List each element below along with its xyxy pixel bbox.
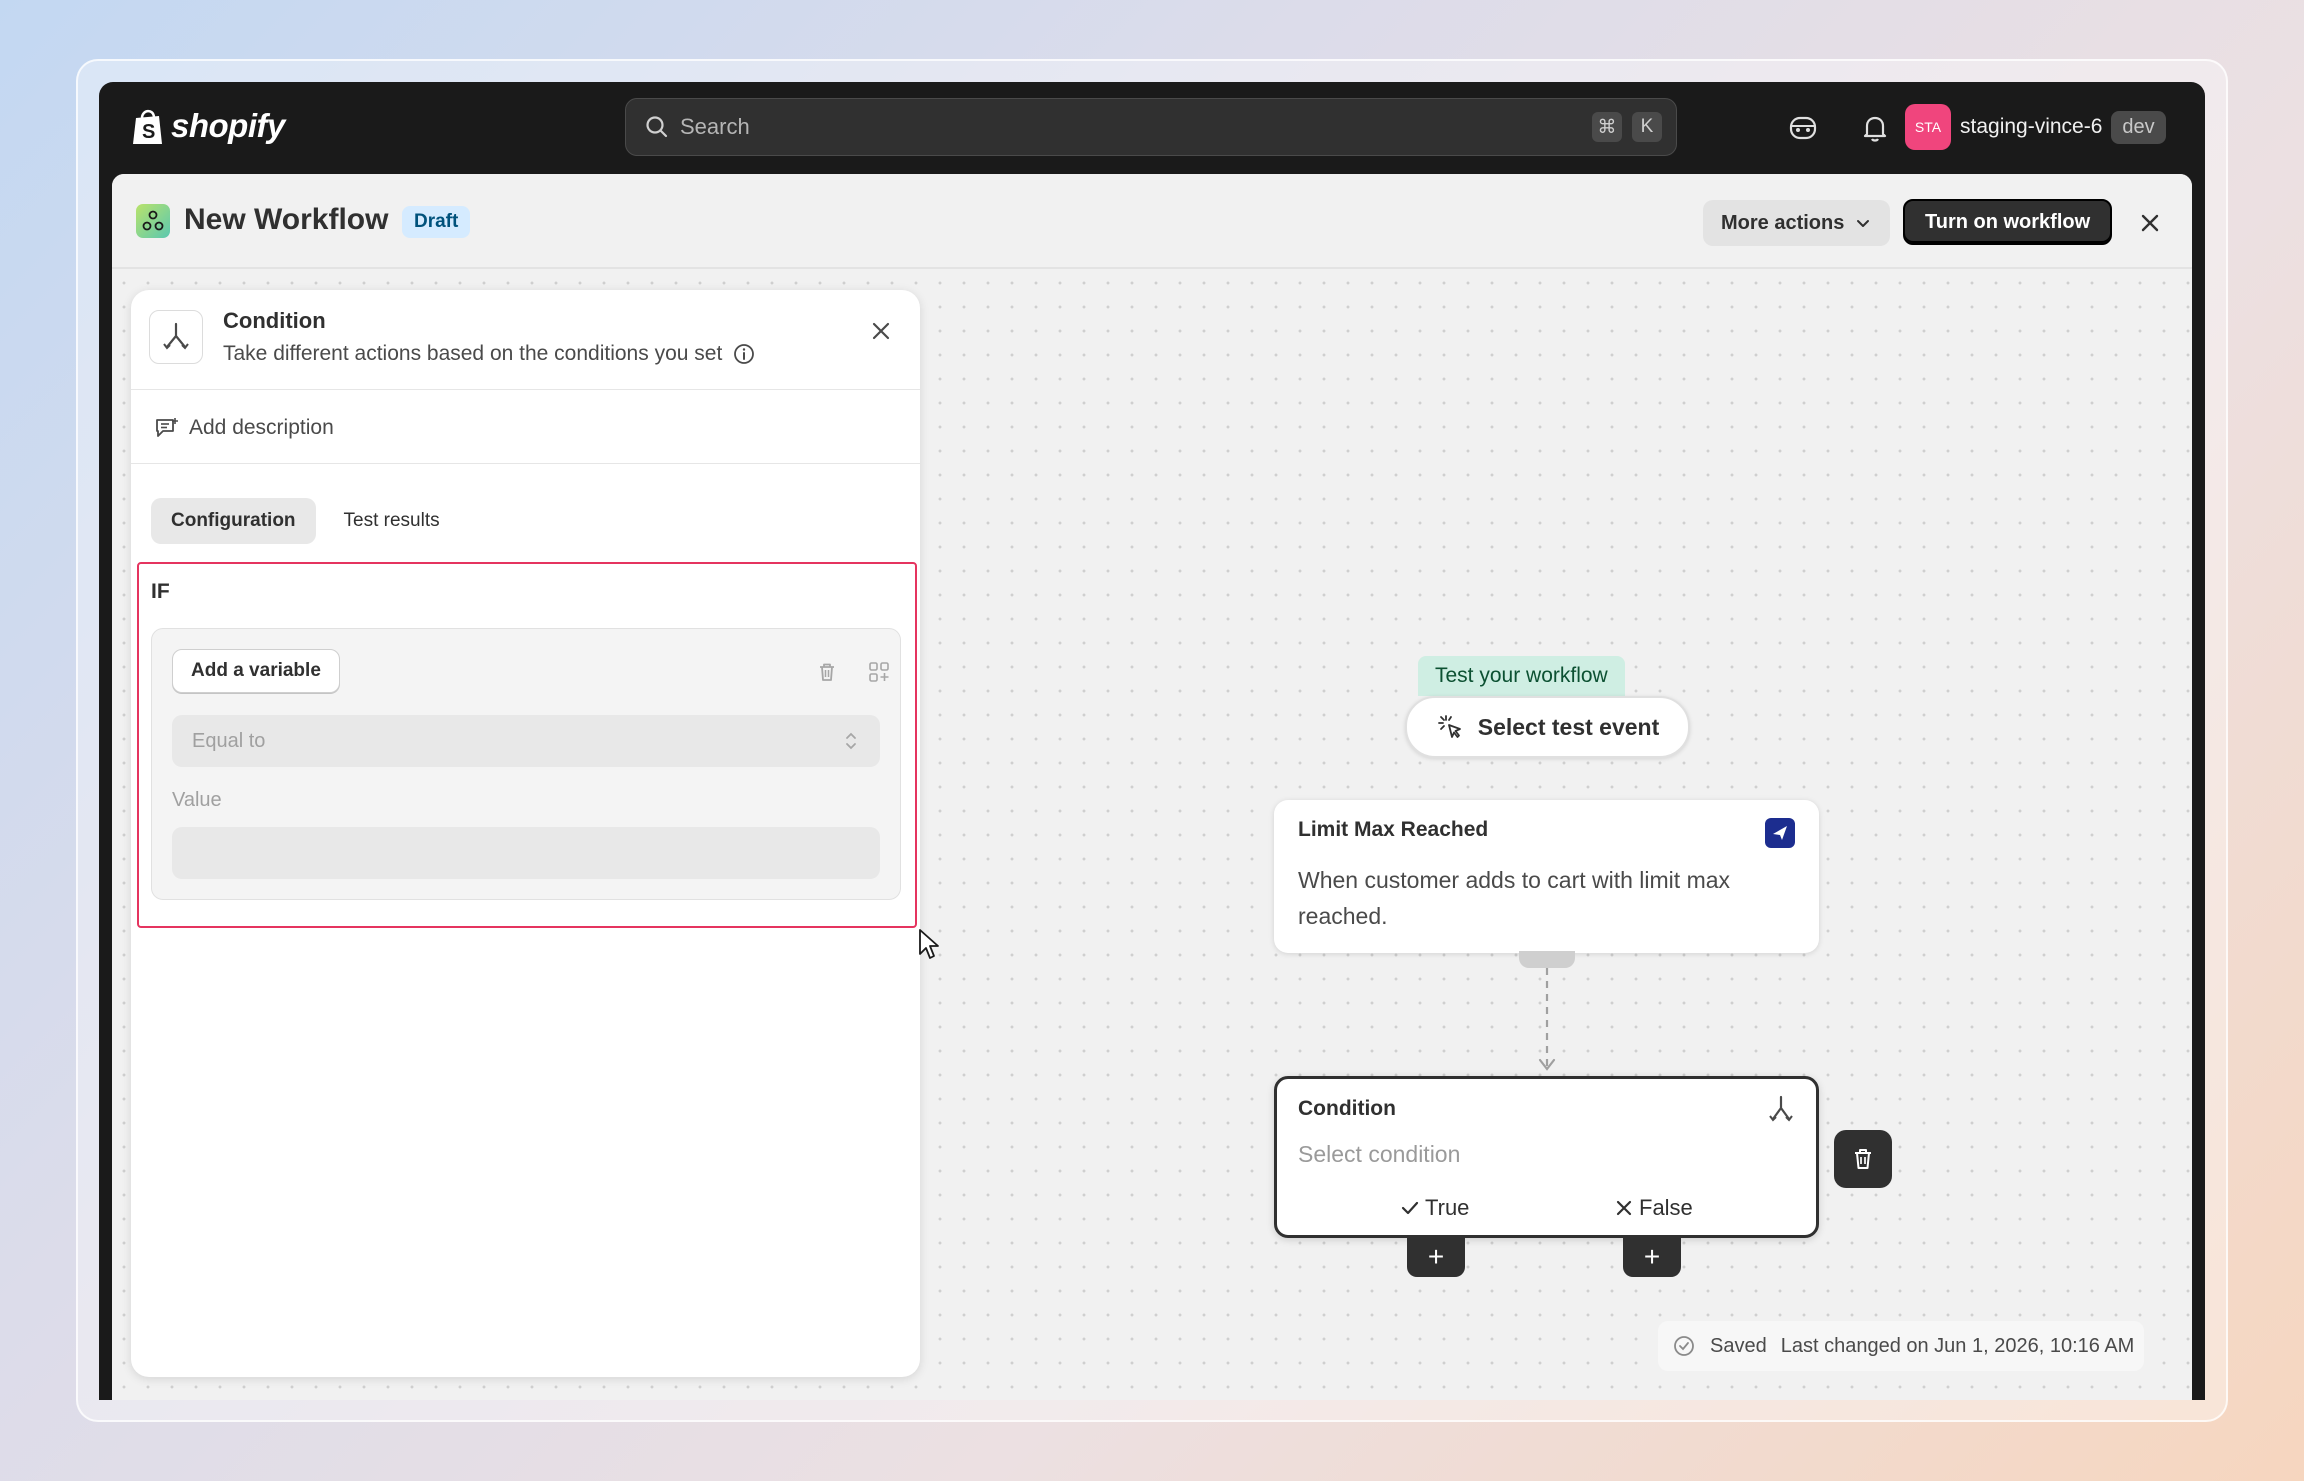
select-test-event-button[interactable]: Select test event xyxy=(1405,696,1690,758)
shopify-bag-icon: S xyxy=(133,109,162,144)
avatar: STA xyxy=(1905,104,1951,150)
add-variable-button[interactable]: Add a variable xyxy=(172,649,340,693)
if-label: IF xyxy=(151,580,170,603)
x-icon xyxy=(1616,1200,1632,1216)
test-workflow-tag: Test your workflow xyxy=(1418,656,1625,696)
close-icon[interactable] xyxy=(2135,208,2165,238)
panel-header: Condition Take different actions based o… xyxy=(131,290,920,390)
add-false-step-button[interactable]: + xyxy=(1623,1237,1681,1277)
more-actions-button[interactable]: More actions xyxy=(1703,200,1891,246)
condition-config-panel: Condition Take different actions based o… xyxy=(131,290,920,1377)
flow-app-icon xyxy=(136,204,170,238)
search-bar[interactable]: Search ⌘ K xyxy=(625,98,1677,156)
notification-bell-icon[interactable] xyxy=(1857,110,1893,146)
page-title: New Workflow xyxy=(184,203,389,236)
false-branch-label: False xyxy=(1613,1195,1693,1221)
save-status-bar: Saved Last changed on Jun 1, 2026, 10:16… xyxy=(1658,1321,2145,1371)
select-test-event-label: Select test event xyxy=(1477,713,1660,740)
condition-node-title: Condition xyxy=(1298,1097,1396,1120)
workflow-header: New Workflow Draft More actions Turn on … xyxy=(112,174,2192,269)
add-description-label: Add description xyxy=(189,415,334,439)
trigger-title: Limit Max Reached xyxy=(1298,818,1489,841)
chevron-down-icon xyxy=(1857,220,1870,227)
logo-wordmark: shopify xyxy=(171,107,285,144)
shortcut-key-k: K xyxy=(1632,112,1662,142)
status-badge: Draft xyxy=(402,206,471,238)
pointer-click-icon xyxy=(1437,715,1461,738)
panel-tabs: Configuration Test results xyxy=(151,498,460,544)
close-icon[interactable] xyxy=(867,317,895,345)
app-logo-icon xyxy=(1765,818,1795,848)
trash-icon[interactable] xyxy=(814,659,840,685)
true-label: True xyxy=(1425,1195,1470,1220)
account-menu[interactable]: STA staging-vince-6 dev xyxy=(1905,104,2166,150)
last-changed: Last changed on Jun 1, 2026, 10:16 AM xyxy=(1780,1334,2135,1357)
shortcut-key-cmd: ⌘ xyxy=(1592,112,1622,142)
trigger-description: When customer adds to cart with limit ma… xyxy=(1298,867,1731,929)
if-condition-group: IF Add a variable Equal to Value xyxy=(137,562,917,928)
svg-text:S: S xyxy=(142,121,155,143)
add-true-step-button[interactable]: + xyxy=(1407,1237,1465,1277)
operator-select-value: Equal to xyxy=(192,729,266,752)
true-branch-label: True xyxy=(1399,1195,1469,1221)
panel-subtitle: Take different actions based on the cond… xyxy=(223,342,756,366)
panel-title: Condition xyxy=(223,308,326,333)
delete-node-button[interactable] xyxy=(1834,1130,1892,1188)
store-name: staging-vince-6 xyxy=(1960,115,2103,138)
shopify-admin-window: S shopify Search ⌘ K STA staging-vince-6 xyxy=(99,82,2205,1400)
mouse-cursor-icon xyxy=(919,929,939,959)
select-arrows-icon xyxy=(846,732,856,750)
connection-handle[interactable] xyxy=(1519,951,1575,968)
saved-status: Saved xyxy=(1710,1334,1767,1357)
false-label: False xyxy=(1639,1195,1693,1220)
connector-arrow xyxy=(1538,968,1556,1071)
search-placeholder: Search xyxy=(680,114,750,139)
top-bar: S shopify Search ⌘ K STA staging-vince-6 xyxy=(99,82,2205,174)
select-condition-placeholder: Select condition xyxy=(1298,1141,1461,1167)
tab-test-results[interactable]: Test results xyxy=(324,498,460,544)
search-icon xyxy=(646,116,668,138)
check-icon xyxy=(1401,1201,1419,1215)
branch-icon xyxy=(163,322,189,350)
trash-icon xyxy=(1855,1149,1871,1169)
panel-subtitle-text: Take different actions based on the cond… xyxy=(223,342,723,365)
trigger-node[interactable]: Limit Max Reached When customer adds to … xyxy=(1274,800,1819,953)
more-actions-label: More actions xyxy=(1721,211,1845,234)
branch-icon xyxy=(1769,1095,1793,1122)
check-circle-icon xyxy=(1674,1336,1694,1356)
dev-badge: dev xyxy=(2111,110,2166,144)
condition-icon-box xyxy=(149,310,203,364)
tab-configuration[interactable]: Configuration xyxy=(151,498,316,544)
turn-on-workflow-button[interactable]: Turn on workflow xyxy=(1903,199,2113,245)
value-label: Value xyxy=(172,789,222,811)
info-icon[interactable] xyxy=(732,342,756,366)
condition-rule-card: Add a variable Equal to Value xyxy=(151,628,901,900)
workflow-editor: New Workflow Draft More actions Turn on … xyxy=(112,174,2192,1400)
condition-node[interactable]: Condition Select condition True False xyxy=(1274,1076,1819,1238)
comment-icon xyxy=(156,417,178,437)
value-input[interactable] xyxy=(172,827,880,879)
sidekick-icon[interactable] xyxy=(1785,110,1821,146)
shopify-logo[interactable]: S shopify xyxy=(131,106,285,146)
add-description-button[interactable]: Add description xyxy=(131,392,920,464)
operator-select[interactable]: Equal to xyxy=(172,715,880,767)
add-group-icon[interactable] xyxy=(866,659,892,685)
